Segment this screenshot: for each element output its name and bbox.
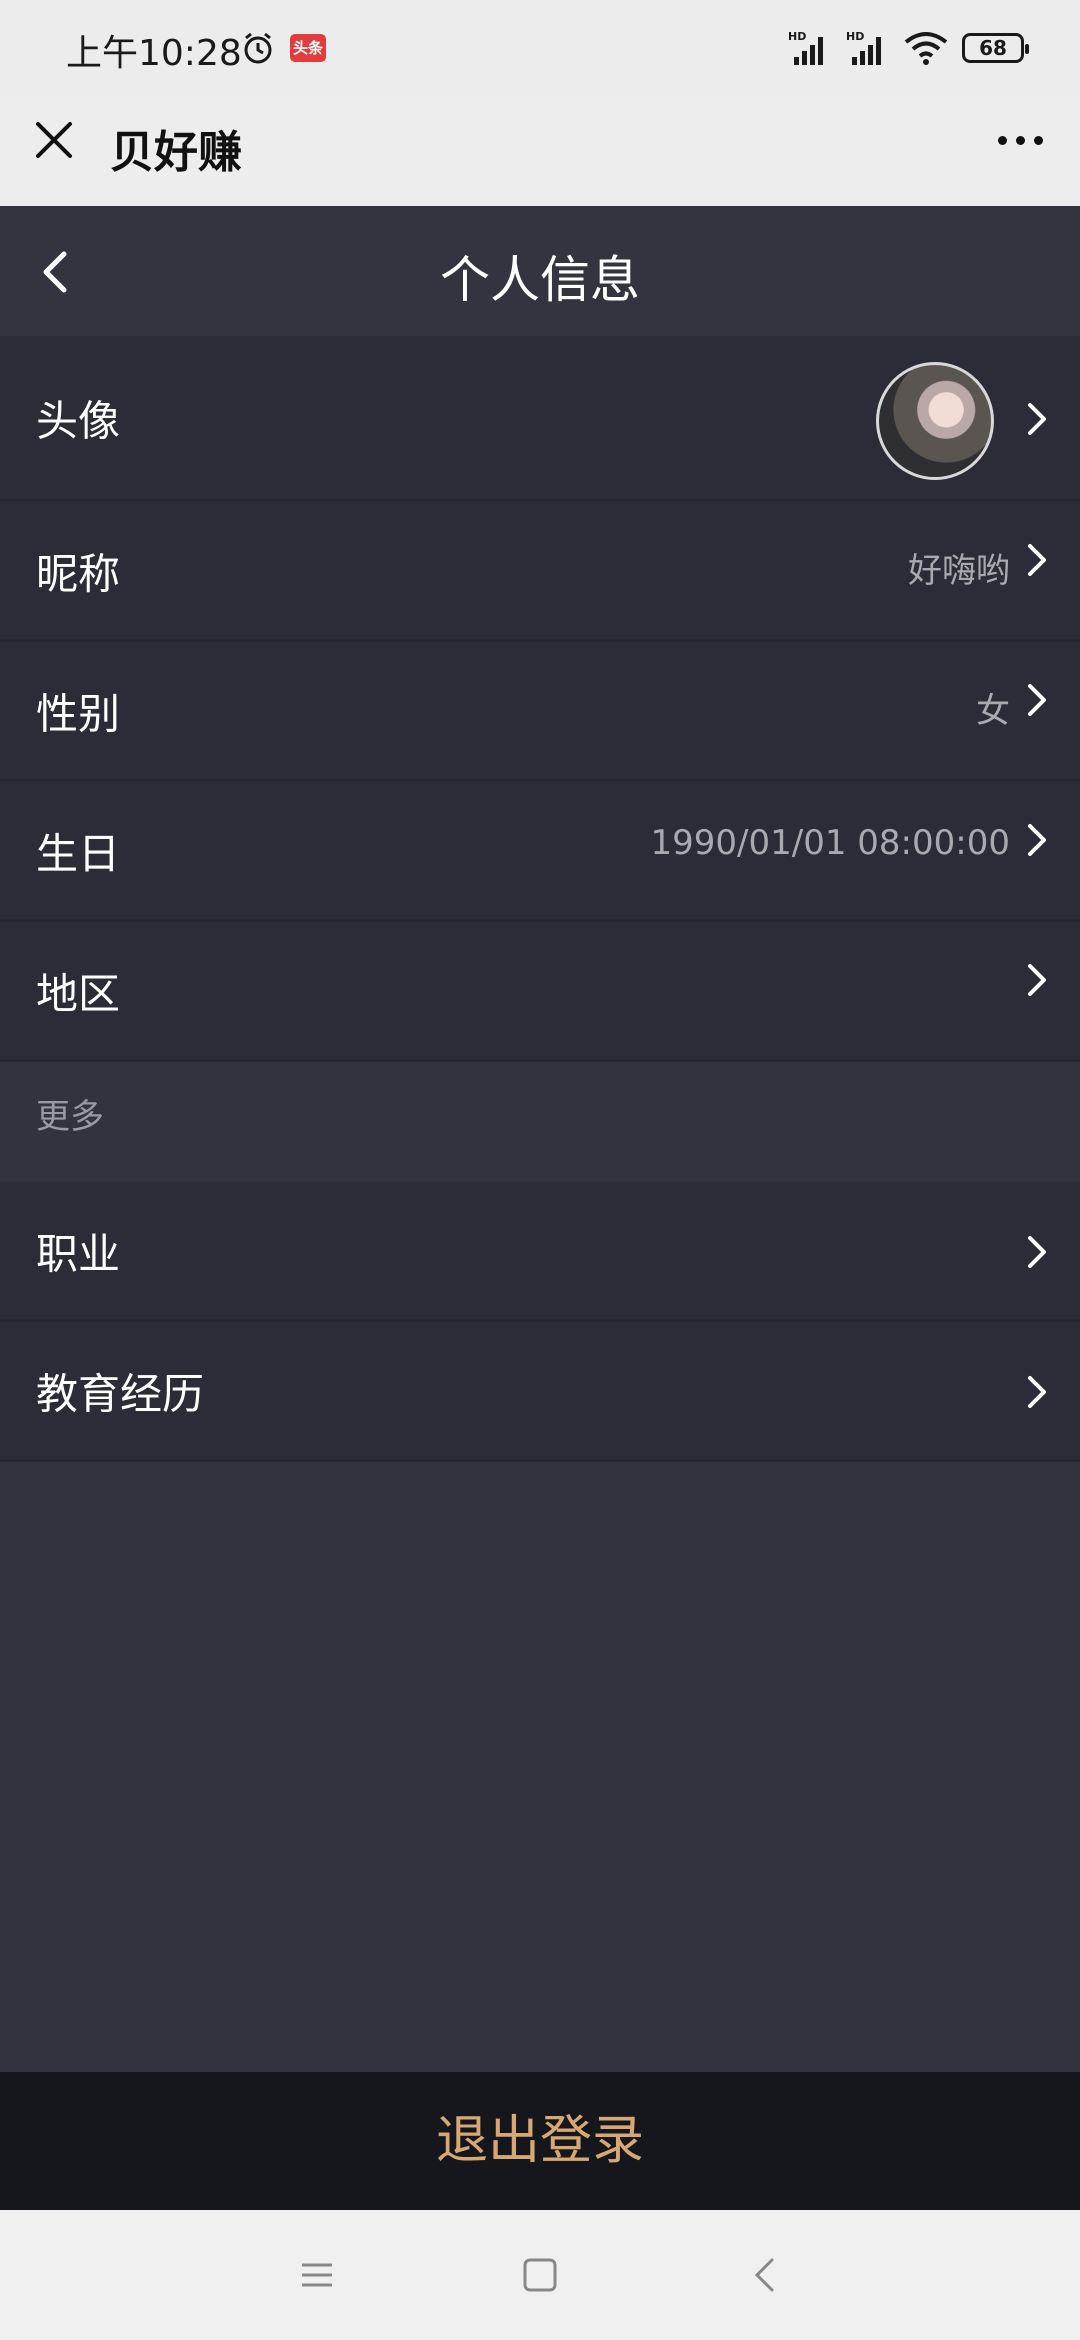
birthday-row[interactable]: 生日 1990/01/01 08:00:00 (0, 782, 1080, 922)
chevron-right-icon (1028, 403, 1046, 435)
row-label-occupation: 职业 (36, 1229, 121, 1278)
chevron-right-icon (1028, 1236, 1046, 1268)
row-label-avatar: 头像 (36, 396, 121, 445)
row-label-birthday: 生日 (36, 829, 121, 878)
page-title: 个人信息 (440, 251, 640, 309)
chevron-right-icon (1028, 964, 1046, 996)
chevron-right-icon (1028, 544, 1046, 576)
page-header: 个人信息 (0, 206, 1080, 336)
home-icon[interactable] (515, 2250, 565, 2300)
app-title: 贝好赚 (110, 127, 242, 178)
birthday-value: 1990/01/01 08:00:00 (650, 823, 1010, 864)
toutiao-app-icon: 头条 (290, 34, 326, 62)
occupation-row[interactable]: 职业 (0, 1182, 1080, 1322)
signal-icon: HD (788, 30, 823, 65)
more-dot-icon (997, 135, 1007, 145)
row-label-nickname: 昵称 (36, 549, 121, 598)
logout-button[interactable]: 退出登录 (0, 2072, 1080, 2210)
status-time: 上午10:28 (66, 33, 242, 74)
status-indicators: HD HD 68 (788, 28, 1029, 68)
menu-icon[interactable] (292, 2250, 342, 2300)
close-icon[interactable] (30, 116, 78, 164)
section-label-more: 更多 (0, 1062, 1080, 1182)
signal-icon-2: HD (846, 30, 881, 65)
profile-info-list: 头像 昵称 好嗨哟 性别 女 生日 1990/01/01 08:00:00 地区 (0, 336, 1080, 1062)
gender-value: 女 (976, 691, 1010, 732)
nickname-row[interactable]: 昵称 好嗨哟 (0, 502, 1080, 642)
more-menu-button[interactable] (990, 116, 1050, 164)
avatar (876, 362, 994, 480)
alarm-icon (244, 32, 272, 64)
avatar-row[interactable]: 头像 (0, 336, 1080, 502)
row-label-education: 教育经历 (36, 1369, 205, 1418)
region-row[interactable]: 地区 (0, 922, 1080, 1062)
more-dot-icon (1033, 135, 1043, 145)
system-nav-bar (0, 2210, 1080, 2340)
row-label-gender: 性别 (36, 689, 121, 738)
status-bar: 上午10:28 头条 HD HD 68 (0, 0, 1080, 96)
battery-indicator: 68 (962, 33, 1029, 63)
svg-text:HD: HD (846, 30, 864, 43)
chevron-right-icon (1028, 684, 1046, 716)
more-info-list: 职业 教育经历 (0, 1182, 1080, 1462)
wifi-icon (904, 32, 948, 65)
chevron-right-icon (1028, 1376, 1046, 1408)
nickname-value: 好嗨哟 (908, 551, 1010, 592)
row-label-region: 地区 (36, 969, 121, 1018)
gender-row[interactable]: 性别 女 (0, 642, 1080, 782)
back-icon[interactable] (742, 2250, 792, 2300)
miniprogram-bar: 贝好赚 (0, 96, 1080, 206)
education-row[interactable]: 教育经历 (0, 1322, 1080, 1462)
svg-text:HD: HD (788, 30, 806, 43)
chevron-right-icon (1028, 824, 1046, 856)
more-dot-icon (1015, 135, 1025, 145)
